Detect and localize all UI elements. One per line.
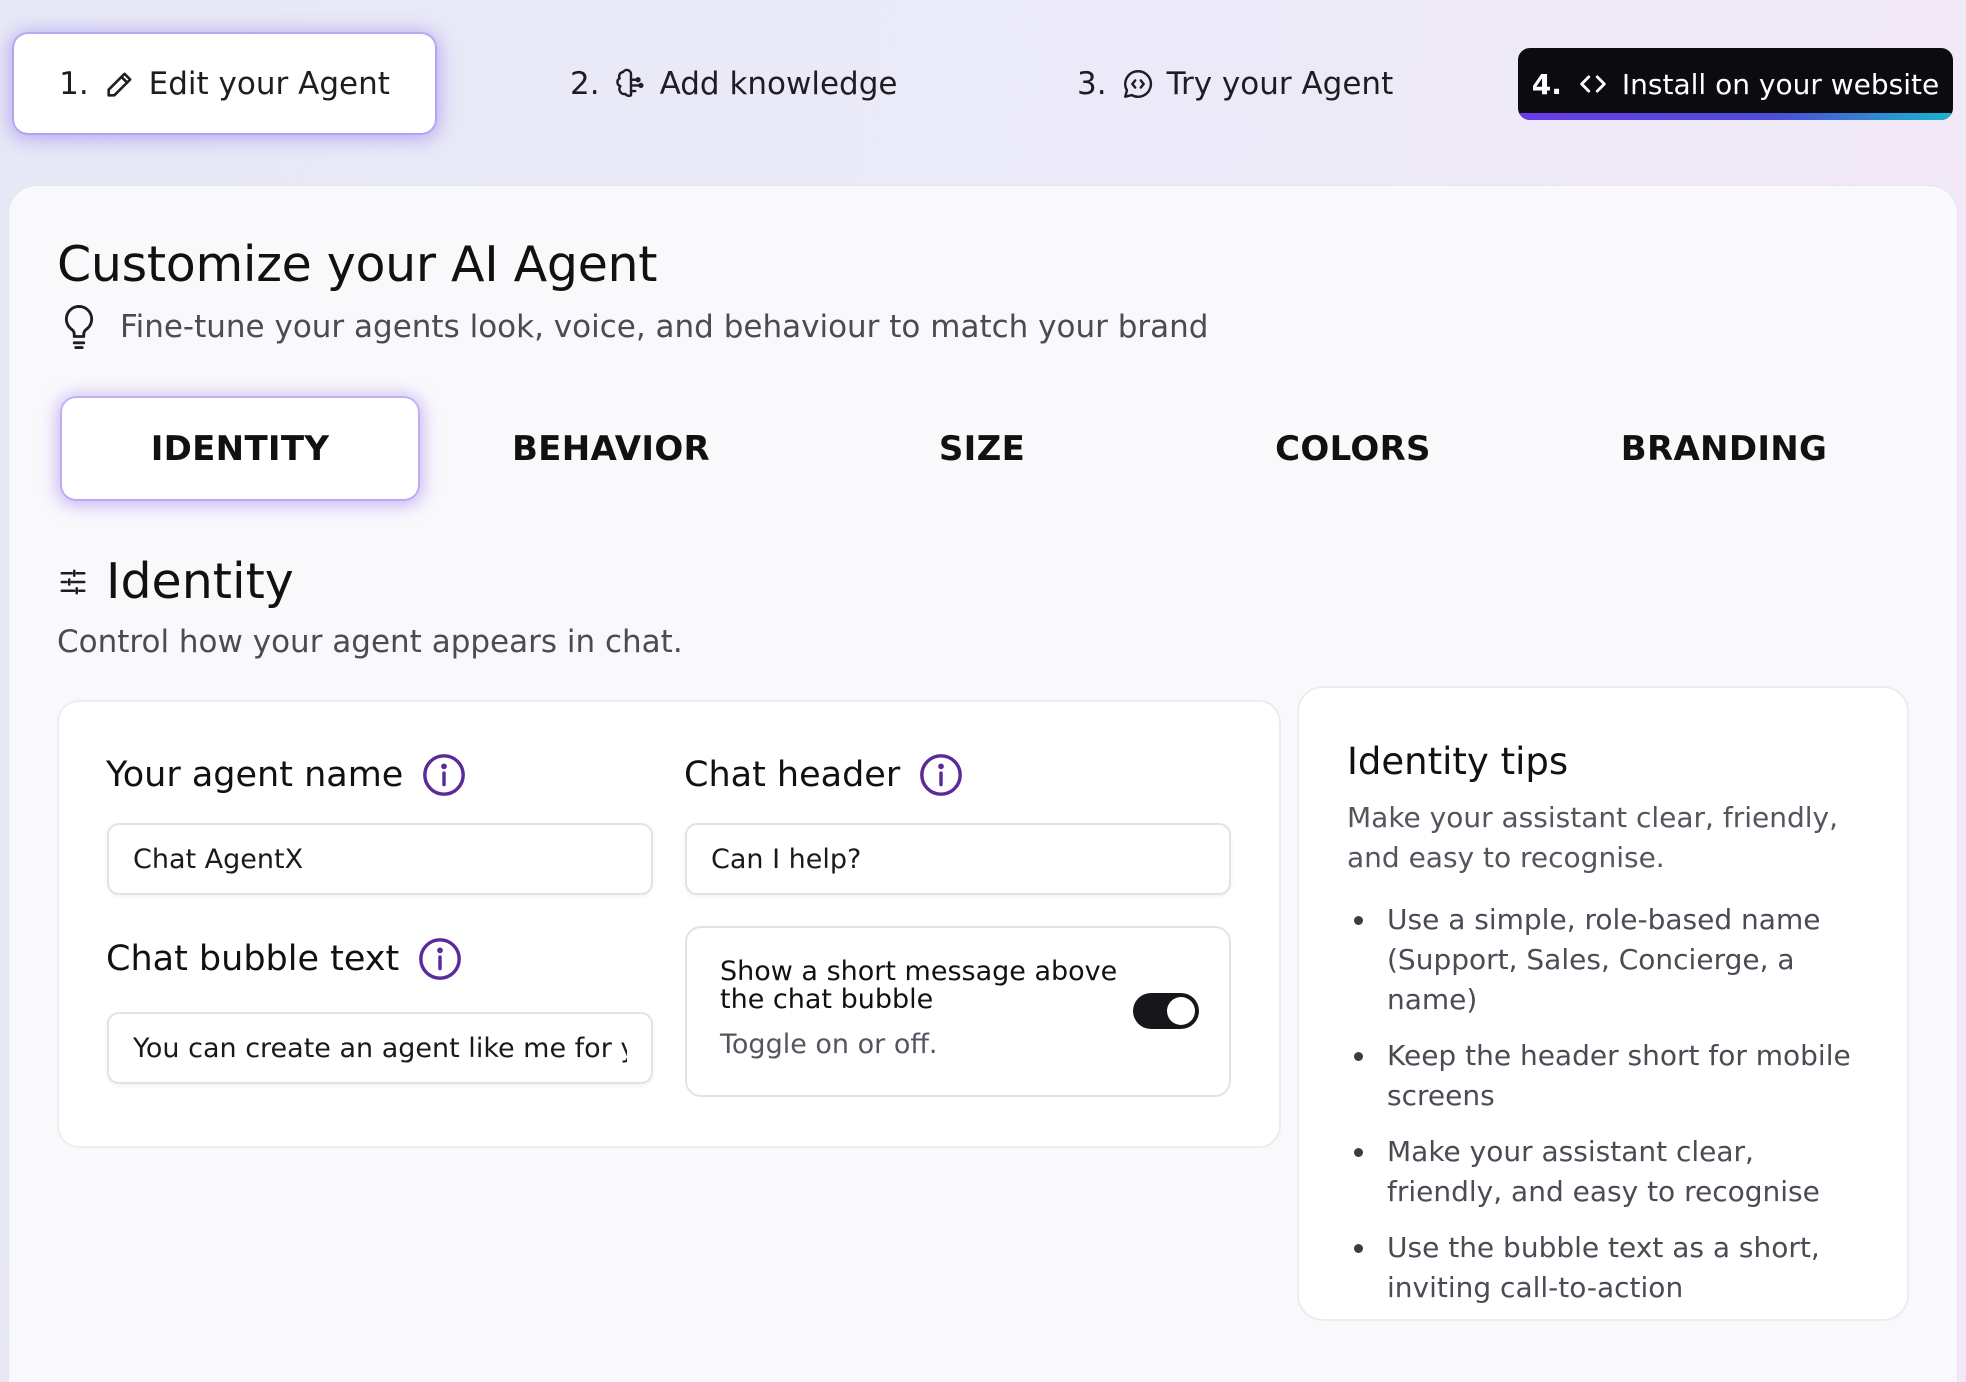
tab-branding[interactable]: BRANDING [1546,398,1902,499]
chat-header-label-text: Chat header [684,755,901,795]
agent-name-input[interactable] [107,823,653,895]
section-description: Control how your agent appears in chat. [57,624,683,660]
toggle-hint: Toggle on or off. [720,1029,938,1060]
page-subtitle: Fine-tune your agents look, voice, and b… [120,309,1209,345]
step-number: 1. [59,65,89,102]
sliders-icon [60,569,86,594]
step-edit-agent[interactable]: 1. Edit your Agent [14,34,435,133]
step-label: Edit your Agent [148,65,390,102]
identity-section-header: Identity [58,553,294,610]
step-number: 3. [1077,66,1107,102]
step-try-agent[interactable]: 3. Try your Agent [1077,50,1393,118]
info-icon[interactable] [417,936,463,982]
tips-description: Make your assistant clear, friendly, and… [1347,801,1838,874]
settings-tabs: IDENTITY BEHAVIOR SIZE COLORS BRANDING [0,398,1966,500]
step-label: Add knowledge [659,66,898,102]
step-install-website[interactable]: 4. Install on your website [1518,48,1953,120]
bubble-message-toggle-card: Show a short message above the chat bubb… [685,926,1231,1097]
info-icon[interactable] [421,752,467,798]
agent-name-label: Your agent name [106,752,467,798]
list-item: Make your assistant clear, friendly, and… [1347,1132,1877,1212]
lightbulb-icon [64,304,94,350]
toggle-title: Show a short message above the chat bubb… [720,956,1118,1015]
brain-icon [614,67,648,101]
tab-identity[interactable]: IDENTITY [62,398,418,499]
step-number: 2. [570,66,600,102]
tab-size[interactable]: SIZE [804,398,1160,499]
bubble-message-toggle[interactable] [1133,993,1199,1029]
chat-bubble-icon [1121,67,1155,101]
step-add-knowledge[interactable]: 2. Add knowledge [570,50,897,118]
toggle-knob [1167,997,1195,1025]
code-icon [1576,67,1610,101]
chat-header-input[interactable] [685,823,1231,895]
wizard-stepper: 1. Edit your Agent 2. Add knowledge 3. T… [0,0,1966,180]
step-label: Install on your website [1621,67,1940,101]
tips-title: Identity tips [1347,740,1569,783]
tab-behavior[interactable]: BEHAVIOR [433,398,789,499]
pencil-icon [103,67,137,101]
page-title: Customize your AI Agent [57,236,658,293]
step-label: Try your Agent [1166,66,1394,102]
list-item: Keep the header short for mobile screens [1347,1036,1877,1116]
section-title: Identity [106,553,294,610]
step-number: 4. [1531,67,1562,101]
bubble-text-label: Chat bubble text [106,936,463,982]
chat-header-label: Chat header [684,752,964,798]
bubble-text-label-text: Chat bubble text [106,939,400,979]
tab-colors[interactable]: COLORS [1175,398,1531,499]
list-item: Use the bubble text as a short, inviting… [1347,1228,1877,1308]
page-subtitle-row: Fine-tune your agents look, voice, and b… [60,303,1208,351]
bubble-text-input[interactable] [107,1012,653,1084]
list-item: Use a simple, role-based name (Support, … [1347,900,1877,1020]
info-icon[interactable] [918,752,964,798]
tips-list: Use a simple, role-based name (Support, … [1347,900,1877,1324]
agent-name-label-text: Your agent name [106,755,404,795]
